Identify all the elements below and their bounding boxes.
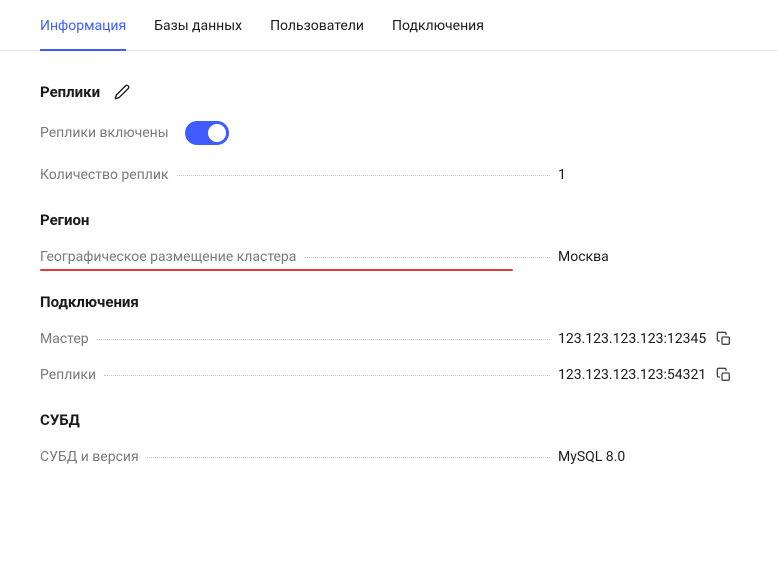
region-location-row: Географическое размещение кластера Москв… [40, 249, 738, 265]
section-header-replicas: Реплики [40, 83, 738, 101]
dots-separator-icon [177, 175, 550, 176]
copy-icon[interactable] [716, 367, 732, 383]
region-location-label: Географическое размещение кластера [40, 249, 296, 265]
replicas-toggle[interactable] [185, 121, 229, 145]
section-connections: Подключения Мастер 123.123.123.123:12345… [40, 293, 738, 383]
tab-connections[interactable]: Подключения [392, 18, 484, 50]
connection-master-value: 123.123.123.123:12345 [558, 331, 706, 347]
replicas-count-label: Количество реплик [40, 167, 169, 183]
dots-separator-icon [104, 375, 550, 376]
edit-icon[interactable] [114, 84, 130, 100]
section-region: Регион Географическое размещение кластер… [40, 211, 738, 265]
dots-separator-icon [147, 457, 550, 458]
copy-icon[interactable] [716, 331, 732, 347]
highlight-underline-icon [40, 269, 513, 271]
section-header-region: Регион [40, 211, 738, 229]
tab-databases[interactable]: Базы данных [154, 18, 242, 50]
connection-replicas-row: Реплики 123.123.123.123:54321 [40, 367, 738, 383]
region-location-value: Москва [558, 249, 609, 265]
switch-knob-icon [208, 124, 226, 142]
section-title-dbms: СУБД [40, 411, 80, 429]
dots-separator-icon [304, 257, 550, 258]
dots-separator-icon [97, 339, 550, 340]
section-replicas: Реплики Реплики включены Количество репл… [40, 83, 738, 183]
tabs: Информация Базы данных Пользователи Подк… [0, 0, 778, 51]
replicas-count-value: 1 [558, 167, 566, 183]
content: Реплики Реплики включены Количество репл… [0, 51, 778, 465]
connection-replicas-value: 123.123.123.123:54321 [558, 367, 706, 383]
tab-users[interactable]: Пользователи [270, 18, 364, 50]
replicas-toggle-row: Реплики включены [40, 121, 738, 145]
section-dbms: СУБД СУБД и версия MySQL 8.0 [40, 411, 738, 465]
section-title-connections: Подключения [40, 293, 139, 311]
dbms-version-label: СУБД и версия [40, 449, 139, 465]
connection-master-label: Мастер [40, 331, 89, 347]
section-header-connections: Подключения [40, 293, 738, 311]
connection-replicas-label: Реплики [40, 367, 96, 383]
section-title-replicas: Реплики [40, 83, 100, 101]
section-title-region: Регион [40, 211, 89, 229]
section-header-dbms: СУБД [40, 411, 738, 429]
tab-information[interactable]: Информация [40, 18, 126, 50]
dbms-version-row: СУБД и версия MySQL 8.0 [40, 449, 738, 465]
replicas-toggle-label: Реплики включены [40, 125, 169, 141]
dbms-version-value: MySQL 8.0 [558, 449, 625, 465]
replicas-count-row: Количество реплик 1 [40, 167, 738, 183]
connection-master-row: Мастер 123.123.123.123:12345 [40, 331, 738, 347]
